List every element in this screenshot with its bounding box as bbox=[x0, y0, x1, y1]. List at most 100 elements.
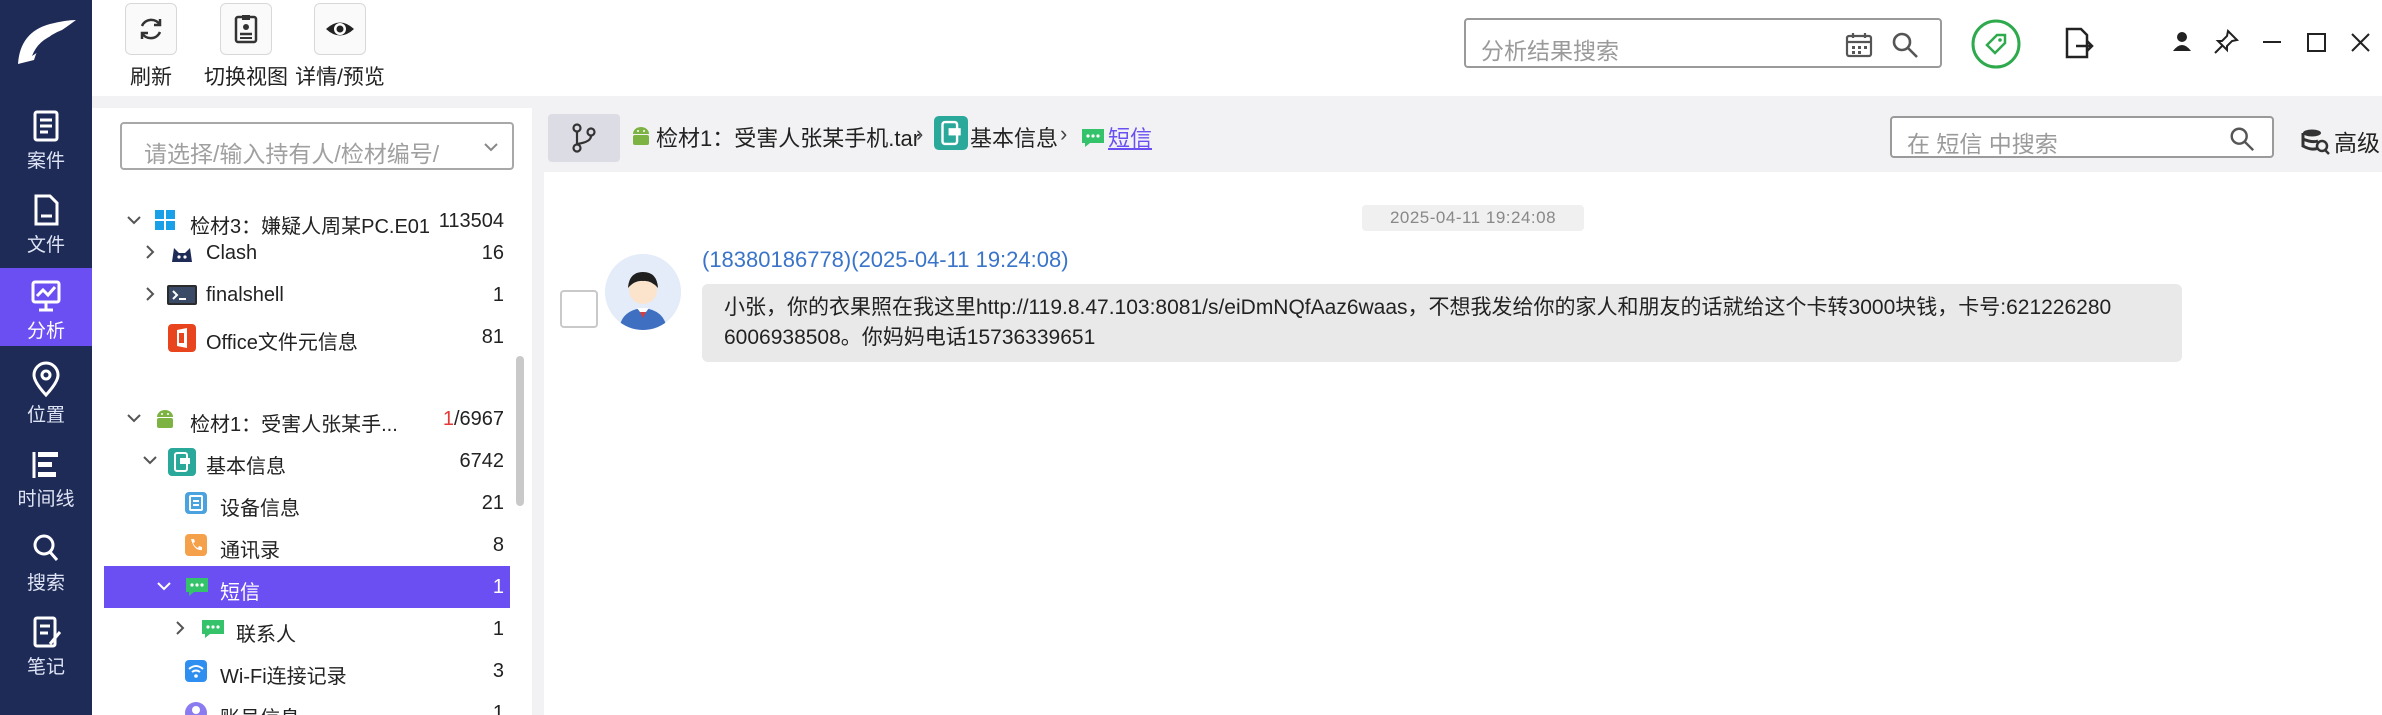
contacts-phone-icon bbox=[185, 534, 207, 556]
basic-info-icon bbox=[934, 116, 968, 150]
switch-view-label: 切换视图 bbox=[204, 66, 288, 89]
tree-row-basic-info[interactable]: 基本信息 6742 bbox=[104, 440, 510, 482]
tree-row-account[interactable]: 账号信息 1 bbox=[104, 692, 510, 715]
tree-row-device-info[interactable]: 设备信息 21 bbox=[104, 482, 510, 524]
tree-row-office[interactable]: Office文件元信息 81 bbox=[104, 316, 510, 358]
breadcrumb-item-evidence[interactable]: 检材1：受害人张某手机.tar bbox=[656, 121, 920, 153]
tree-count: 1 bbox=[492, 284, 504, 306]
chevron-down-icon[interactable] bbox=[124, 408, 144, 428]
tree-count: 81 bbox=[481, 326, 504, 348]
nav-item-analysis[interactable]: 分析 bbox=[0, 268, 92, 346]
nav-item-notes[interactable]: 笔记 bbox=[0, 604, 92, 682]
nav-label-file: 文件 bbox=[26, 235, 65, 256]
nav-label-analysis: 分析 bbox=[26, 321, 65, 342]
android-icon bbox=[157, 410, 173, 428]
eye-icon bbox=[326, 22, 354, 36]
app-logo bbox=[18, 20, 76, 64]
nav-label-timeline: 时间线 bbox=[17, 489, 75, 510]
user-icon[interactable] bbox=[2166, 26, 2198, 58]
tree-label: Clash bbox=[206, 242, 258, 264]
analysis-monitor-icon bbox=[31, 280, 61, 312]
notes-icon bbox=[33, 616, 62, 648]
analysis-result-search-input[interactable]: 分析结果搜索 bbox=[1464, 18, 1942, 68]
tree-row-wifi[interactable]: Wi-Fi连接记录 3 bbox=[104, 650, 510, 692]
case-document-icon bbox=[33, 110, 59, 142]
chevron-right-icon[interactable] bbox=[140, 242, 160, 262]
chevron-down-icon[interactable] bbox=[482, 138, 500, 156]
search-icon[interactable] bbox=[2228, 125, 2256, 153]
tree-row-clash[interactable]: Clash 16 bbox=[104, 232, 510, 274]
tree-count: 21 bbox=[481, 492, 504, 514]
minimize-icon[interactable] bbox=[2256, 26, 2288, 58]
branch-icon bbox=[572, 123, 596, 153]
advanced-search-icon[interactable] bbox=[2300, 126, 2330, 156]
tree-row-sms-contacts[interactable]: 联系人 1 bbox=[104, 608, 510, 650]
message-checkbox[interactable] bbox=[560, 290, 598, 328]
switch-view-button[interactable]: 切换视图 bbox=[202, 0, 290, 92]
tree-label: 检材1：受害人张某手... bbox=[190, 414, 398, 436]
breadcrumb-item-basic-info[interactable]: 基本信息 bbox=[970, 121, 1058, 153]
message-bubble[interactable]: 小张，你的衣果照在我这里http://119.8.47.103:8081/s/e… bbox=[702, 284, 2182, 362]
windows-icon bbox=[155, 210, 175, 230]
tree-row-contacts[interactable]: 通讯录 8 bbox=[104, 524, 510, 566]
message-sender[interactable]: (18380186778)(2025-04-11 19:24:08) bbox=[702, 247, 1069, 273]
breadcrumb-separator: › bbox=[916, 121, 924, 146]
chevron-right-icon[interactable] bbox=[170, 618, 190, 638]
sms-search-input[interactable]: 在 短信 中搜索 bbox=[1890, 116, 2274, 158]
chevron-down-icon[interactable] bbox=[154, 576, 174, 596]
tree-row-finalshell[interactable]: finalshell 1 bbox=[104, 274, 510, 316]
evidence-select-placeholder: 请选择/输入持有人/检材编号/ bbox=[144, 141, 440, 167]
nav-item-location[interactable]: 位置 bbox=[0, 352, 92, 430]
refresh-button[interactable]: 刷新 bbox=[120, 0, 182, 92]
message-text-line2: 6006938508。你妈妈电话15736339651 bbox=[724, 326, 1096, 349]
date-divider: 2025-04-11 19:24:08 bbox=[1362, 205, 1584, 231]
tree-label: 账号信息 bbox=[220, 702, 300, 715]
nav-item-timeline[interactable]: 时间线 bbox=[0, 436, 92, 514]
sms-icon bbox=[186, 578, 208, 596]
tree-label: 联系人 bbox=[236, 624, 296, 646]
chevron-right-icon[interactable] bbox=[140, 284, 160, 304]
tree-count: 3 bbox=[492, 660, 504, 682]
office-icon bbox=[168, 324, 196, 352]
nav-item-file[interactable]: 文件 bbox=[0, 182, 92, 260]
tree-row-sms[interactable]: 短信 1 bbox=[104, 566, 510, 608]
analysis-search-placeholder: 分析结果搜索 bbox=[1481, 38, 1619, 64]
tree-count: 113504 bbox=[438, 210, 504, 232]
tree-count: 16 bbox=[481, 242, 504, 264]
tree-scrollbar[interactable] bbox=[516, 356, 524, 506]
calendar-icon[interactable] bbox=[1844, 30, 1874, 60]
tree-label: 通讯录 bbox=[220, 540, 280, 562]
maximize-icon[interactable] bbox=[2300, 26, 2332, 58]
tree-label: Office文件元信息 bbox=[206, 332, 358, 354]
breadcrumb-item-sms[interactable]: 短信 bbox=[1108, 121, 1152, 153]
panel-splitter[interactable] bbox=[532, 108, 544, 715]
timeline-icon bbox=[32, 452, 58, 478]
branch-toggle-button[interactable] bbox=[548, 114, 620, 162]
finalshell-terminal-icon bbox=[167, 285, 197, 305]
sms-icon bbox=[1082, 129, 1104, 147]
avatar bbox=[605, 254, 681, 330]
tree-label: 基本信息 bbox=[206, 456, 286, 478]
chevron-down-icon[interactable] bbox=[140, 450, 160, 470]
tag-status-icon[interactable] bbox=[1970, 18, 2022, 70]
location-pin-icon bbox=[32, 361, 60, 398]
left-nav: 案件 文件 分析 位置 时间线 搜索 笔记 bbox=[0, 0, 92, 715]
toolbar-divider bbox=[92, 96, 2382, 108]
nav-label-location: 位置 bbox=[26, 405, 65, 426]
nav-item-case[interactable]: 案件 bbox=[0, 98, 92, 176]
tree-count: 1 bbox=[492, 618, 504, 640]
advanced-search-button[interactable]: 高级 bbox=[2334, 124, 2380, 158]
breadcrumb-separator: › bbox=[1060, 121, 1068, 146]
wifi-icon bbox=[185, 660, 207, 682]
export-file-icon[interactable] bbox=[2062, 26, 2096, 60]
tree-row-evidence1[interactable]: 检材1：受害人张某手... 1/6967 bbox=[104, 398, 510, 440]
nav-item-search[interactable]: 搜索 bbox=[0, 520, 92, 598]
nav-label-notes: 笔记 bbox=[26, 657, 65, 678]
detail-preview-button[interactable]: 详情/预览 bbox=[290, 0, 390, 92]
chevron-down-icon[interactable] bbox=[124, 210, 144, 230]
pin-icon[interactable] bbox=[2210, 26, 2242, 58]
evidence-select-input[interactable]: 请选择/输入持有人/检材编号/ bbox=[120, 122, 514, 170]
search-icon[interactable] bbox=[1890, 30, 1920, 60]
close-icon[interactable] bbox=[2344, 26, 2376, 58]
refresh-label: 刷新 bbox=[130, 66, 172, 89]
